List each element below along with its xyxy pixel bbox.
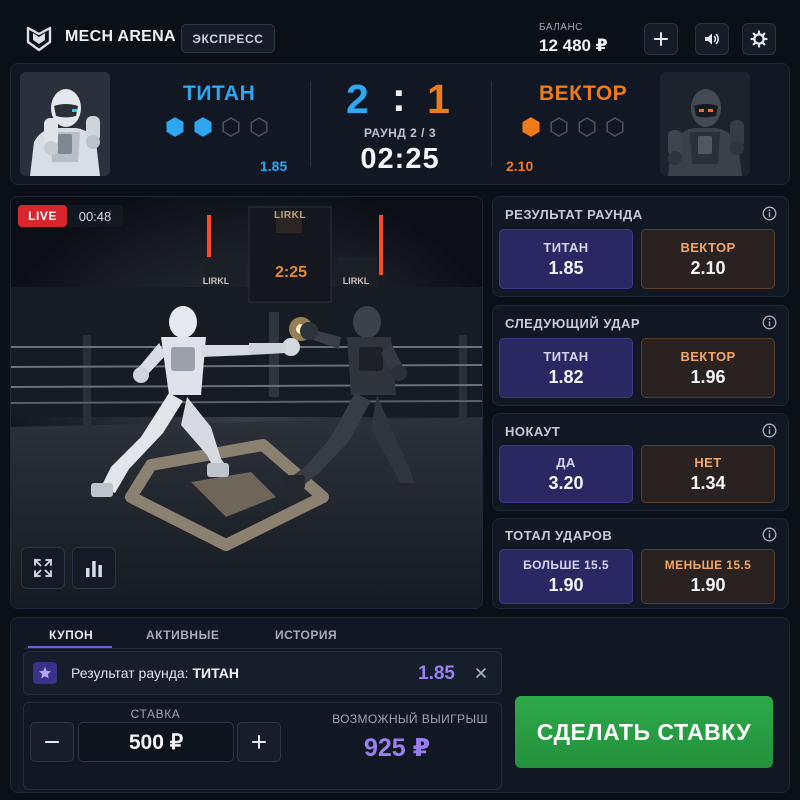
round-won-marker [166, 117, 184, 137]
odd-label: МЕНЬШЕ 15.5 [664, 557, 752, 572]
express-button[interactable]: ЭКСПРЕСС [181, 24, 275, 53]
arena-side-logo-right: LIRKL [342, 276, 370, 286]
round-markers-right [522, 117, 624, 137]
decrease-stake-button[interactable] [30, 722, 74, 762]
stream-elapsed-time: 00:48 [67, 205, 123, 227]
tab-history[interactable]: ИСТОРИЯ [275, 628, 337, 642]
selection-odds: 1.85 [418, 663, 455, 684]
round-won-marker [522, 117, 540, 137]
team-right-name: ВЕКТОР [539, 82, 628, 105]
team-right-odds: 2.10 [506, 158, 534, 174]
odd-button-vector[interactable]: ВЕКТОР 2.10 [641, 229, 775, 289]
odd-label: НЕТ [694, 454, 722, 470]
odd-value: 1.82 [548, 366, 584, 387]
odd-button-over[interactable]: БОЛЬШЕ 15.5 1.90 [499, 549, 633, 604]
odd-value: 2.10 [690, 257, 726, 278]
team-right-rounds [521, 117, 631, 142]
odd-value: 3.20 [548, 472, 584, 493]
volume-icon [705, 33, 719, 45]
plus-icon [654, 32, 668, 46]
score-separator: : [392, 74, 406, 120]
mech-arena-logo-icon [26, 26, 52, 52]
round-empty-marker [222, 117, 240, 137]
plus-icon [252, 735, 266, 749]
tabs-divider [24, 648, 502, 649]
market-title: СЛЕДУЮЩИЙ УДАР [505, 316, 641, 331]
odd-button-titan[interactable]: ТИТАН 1.85 [499, 229, 633, 289]
selection-pick: ТИТАН [192, 665, 239, 681]
odd-label: БОЛЬШЕ 15.5 [523, 557, 609, 572]
live-badge: LIVE [18, 205, 67, 227]
minus-icon [45, 741, 59, 743]
odd-label: ВЕКТОР [680, 239, 736, 255]
team-left-rounds [165, 117, 275, 142]
round-won-marker [194, 117, 212, 137]
tab-active-bets[interactable]: АКТИВНЫЕ [146, 628, 219, 642]
team-left-odds: 1.85 [260, 158, 288, 174]
fullscreen-button[interactable] [21, 547, 65, 589]
round-empty-marker [550, 117, 568, 137]
arena-banner-timer: 2:25 [274, 264, 308, 281]
info-icon[interactable] [762, 206, 777, 221]
potential-win-value: 925 ₽ [363, 734, 431, 762]
app-title: MECH ARENA [65, 28, 176, 45]
odd-value: 1.96 [690, 366, 726, 387]
market-title: РЕЗУЛЬТАТ РАУНДА [505, 207, 643, 222]
star-icon [39, 667, 51, 679]
round-timer: 02:25 [360, 143, 440, 175]
active-tab-indicator [28, 646, 112, 648]
odd-button-under[interactable]: МЕНЬШЕ 15.5 1.90 [641, 549, 775, 604]
odd-value: 1.90 [548, 574, 584, 595]
odd-button-titan[interactable]: ТИТАН 1.82 [499, 338, 633, 398]
round-markers-left [166, 117, 268, 137]
arena-banner-logo: LIRKL [274, 210, 306, 221]
increase-stake-button[interactable] [237, 722, 281, 762]
round-empty-marker [250, 117, 268, 137]
selection-market: Результат раунда: [71, 665, 189, 681]
add-funds-button[interactable] [644, 23, 678, 55]
odd-label: ТИТАН [543, 239, 589, 255]
odd-button-no[interactable]: НЕТ 1.34 [641, 445, 775, 503]
remove-selection-button[interactable] [472, 664, 490, 682]
vector-avatar [660, 72, 750, 176]
odd-label: ДА [556, 454, 576, 470]
titan-avatar [20, 72, 110, 176]
score-right: 1 [427, 76, 450, 122]
info-icon[interactable] [762, 423, 777, 438]
info-icon[interactable] [762, 315, 777, 330]
settings-button[interactable] [742, 23, 776, 55]
tab-coupon[interactable]: КУПОН [49, 628, 93, 642]
odd-label: ВЕКТОР [680, 348, 736, 364]
balance-value: 12 480 ₽ [539, 36, 608, 55]
sound-button[interactable] [695, 23, 729, 55]
info-icon[interactable] [762, 527, 777, 542]
odd-button-vector[interactable]: ВЕКТОР 1.96 [641, 338, 775, 398]
team-left-name: ТИТАН [183, 82, 256, 105]
market-title: НОКАУТ [505, 424, 561, 439]
close-icon [476, 668, 486, 678]
stats-button[interactable] [72, 547, 116, 589]
bar-chart-icon [86, 561, 102, 577]
score-left: 2 [346, 76, 369, 122]
place-bet-button[interactable]: СДЕЛАТЬ СТАВКУ [515, 696, 773, 768]
odd-value: 1.90 [690, 574, 726, 595]
market-title: ТОТАЛ УДАРОВ [505, 528, 613, 543]
odd-value: 1.34 [690, 472, 726, 493]
gear-icon [750, 30, 768, 48]
balance-label: БАЛАНС [539, 22, 583, 33]
selection-badge [33, 662, 57, 684]
arena-side-logo-left: LIRKL [202, 276, 230, 286]
stake-label: СТАВКА [130, 707, 181, 721]
selection-text: Результат раунда: ТИТАН [71, 665, 239, 681]
round-indicator: РАУНД 2 / 3 [363, 126, 437, 140]
potential-win-label: ВОЗМОЖНЫЙ ВЫИГРЫШ [332, 712, 488, 726]
odd-value: 1.85 [548, 257, 584, 278]
expand-icon [34, 559, 52, 577]
odd-label: ТИТАН [543, 348, 589, 364]
round-empty-marker [578, 117, 596, 137]
stake-input[interactable] [78, 722, 234, 762]
odd-button-yes[interactable]: ДА 3.20 [499, 445, 633, 503]
round-empty-marker [606, 117, 624, 137]
